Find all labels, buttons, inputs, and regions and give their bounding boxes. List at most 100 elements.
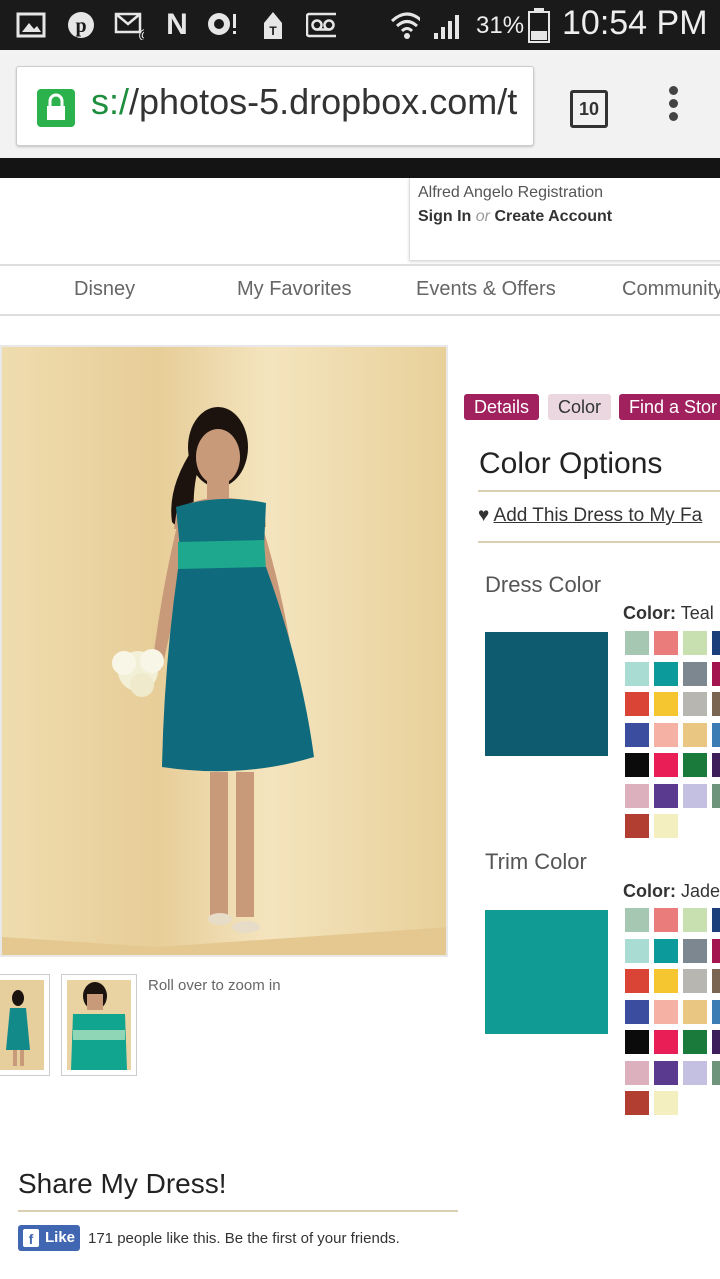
status-bar: p @ N T 31% 10:54 PM xyxy=(0,0,720,50)
color-options-title: Color Options xyxy=(479,447,663,480)
color-swatch[interactable] xyxy=(625,631,649,655)
facebook-icon: f xyxy=(23,1229,39,1247)
svg-text:p: p xyxy=(75,15,86,37)
color-swatch[interactable] xyxy=(654,999,678,1024)
color-swatch[interactable] xyxy=(683,783,707,808)
registration-links: Sign In or Create Account xyxy=(418,208,612,226)
color-swatch[interactable] xyxy=(625,1091,649,1115)
color-swatch[interactable] xyxy=(712,1060,720,1085)
color-swatch[interactable] xyxy=(712,753,720,777)
dress-color-palette xyxy=(625,631,720,841)
color-swatch[interactable] xyxy=(625,814,649,838)
color-swatch[interactable] xyxy=(654,1091,678,1115)
trim-color-value: Jade xyxy=(681,881,720,901)
color-swatch[interactable] xyxy=(654,938,678,963)
color-swatch[interactable] xyxy=(683,1030,707,1054)
color-swatch[interactable] xyxy=(683,999,707,1024)
sign-in-link[interactable]: Sign In xyxy=(418,208,471,225)
trim-color-name: Color: Jade xyxy=(623,881,720,902)
tab-switcher-button[interactable]: 10 xyxy=(570,90,608,128)
url-host: /photos-5.dropbox.com/t xyxy=(129,81,518,122)
gallery-icon xyxy=(16,10,46,40)
zoom-hint: Roll over to zoom in xyxy=(148,977,281,994)
color-swatch[interactable] xyxy=(712,999,720,1024)
url-scheme: s:/ xyxy=(91,81,130,122)
dress-color-label: Dress Color xyxy=(485,572,602,597)
signal-icon xyxy=(432,10,462,40)
battery-icon xyxy=(524,8,554,43)
tab-find-store[interactable]: Find a Stor xyxy=(619,394,720,420)
dress-color-value: Teal xyxy=(680,603,714,623)
share-divider xyxy=(18,1210,458,1212)
main-nav: Disney My Favorites Events & Offers Comm… xyxy=(0,264,720,316)
trim-color-selected-swatch xyxy=(485,910,608,1034)
color-swatch[interactable] xyxy=(654,783,678,808)
color-swatch[interactable] xyxy=(712,783,720,808)
color-swatch[interactable] xyxy=(712,722,720,747)
color-swatch[interactable] xyxy=(654,631,678,655)
color-swatch[interactable] xyxy=(625,783,649,808)
add-to-favorites-link[interactable]: ♥ Add This Dress to My Fa xyxy=(478,505,702,527)
color-swatch[interactable] xyxy=(625,999,649,1024)
overflow-menu-icon[interactable] xyxy=(666,86,680,126)
divider xyxy=(478,541,720,543)
facebook-like-button[interactable]: f Like xyxy=(18,1225,80,1251)
create-account-link[interactable]: Create Account xyxy=(494,208,612,225)
color-swatch[interactable] xyxy=(683,908,707,932)
product-photo[interactable] xyxy=(0,345,448,957)
page-top-strip xyxy=(0,158,720,178)
color-swatch[interactable] xyxy=(625,692,649,716)
color-swatch[interactable] xyxy=(683,753,707,777)
clock: 10:54 PM xyxy=(562,4,708,42)
color-swatch[interactable] xyxy=(712,969,720,993)
nav-item-community[interactable]: Community xyxy=(622,278,720,301)
color-swatch[interactable] xyxy=(654,1060,678,1085)
color-swatch[interactable] xyxy=(683,631,707,655)
svg-text:T: T xyxy=(269,24,277,38)
nav-item-events-offers[interactable]: Events & Offers xyxy=(416,278,556,301)
color-swatch[interactable] xyxy=(654,969,678,993)
color-swatch[interactable] xyxy=(683,969,707,993)
url-text[interactable]: s://photos-5.dropbox.com/t xyxy=(91,81,517,123)
tab-color[interactable]: Color xyxy=(548,394,612,420)
wifi-icon xyxy=(390,10,420,40)
color-swatch[interactable] xyxy=(654,722,678,747)
dress-color-selected-swatch xyxy=(485,632,608,756)
color-swatch[interactable] xyxy=(712,908,720,932)
color-swatch[interactable] xyxy=(625,722,649,747)
thumbnail-closeup[interactable] xyxy=(61,974,137,1076)
color-swatch[interactable] xyxy=(654,661,678,686)
dress-model-illustration xyxy=(2,407,446,955)
nav-item-my-favorites[interactable]: My Favorites xyxy=(237,278,351,301)
color-swatch[interactable] xyxy=(712,1030,720,1054)
color-swatch[interactable] xyxy=(625,1060,649,1085)
color-swatch[interactable] xyxy=(712,938,720,963)
color-swatch[interactable] xyxy=(654,753,678,777)
color-swatch[interactable] xyxy=(683,722,707,747)
nav-item-disney[interactable]: Disney xyxy=(74,278,135,301)
color-swatch[interactable] xyxy=(712,661,720,686)
color-swatch[interactable] xyxy=(625,753,649,777)
svg-text:@: @ xyxy=(138,26,144,40)
tab-details[interactable]: Details xyxy=(464,394,540,420)
color-swatch[interactable] xyxy=(625,938,649,963)
color-swatch[interactable] xyxy=(625,1030,649,1054)
color-swatch[interactable] xyxy=(654,814,678,838)
dress-color-prefix: Color: xyxy=(623,603,676,623)
color-swatch[interactable] xyxy=(654,692,678,716)
color-swatch[interactable] xyxy=(654,1030,678,1054)
url-bar[interactable]: s://photos-5.dropbox.com/t xyxy=(16,66,534,146)
color-swatch[interactable] xyxy=(683,938,707,963)
color-swatch[interactable] xyxy=(625,661,649,686)
color-swatch[interactable] xyxy=(712,631,720,655)
heart-icon: ♥ xyxy=(478,505,490,526)
color-swatch[interactable] xyxy=(712,692,720,716)
color-swatch[interactable] xyxy=(683,1060,707,1085)
color-swatch[interactable] xyxy=(625,908,649,932)
color-swatch[interactable] xyxy=(625,969,649,993)
thumbnail-full[interactable] xyxy=(0,974,50,1076)
color-swatch[interactable] xyxy=(683,692,707,716)
color-swatch[interactable] xyxy=(683,661,707,686)
color-swatch[interactable] xyxy=(654,908,678,932)
registration-title: Alfred Angelo Registration xyxy=(418,184,603,201)
